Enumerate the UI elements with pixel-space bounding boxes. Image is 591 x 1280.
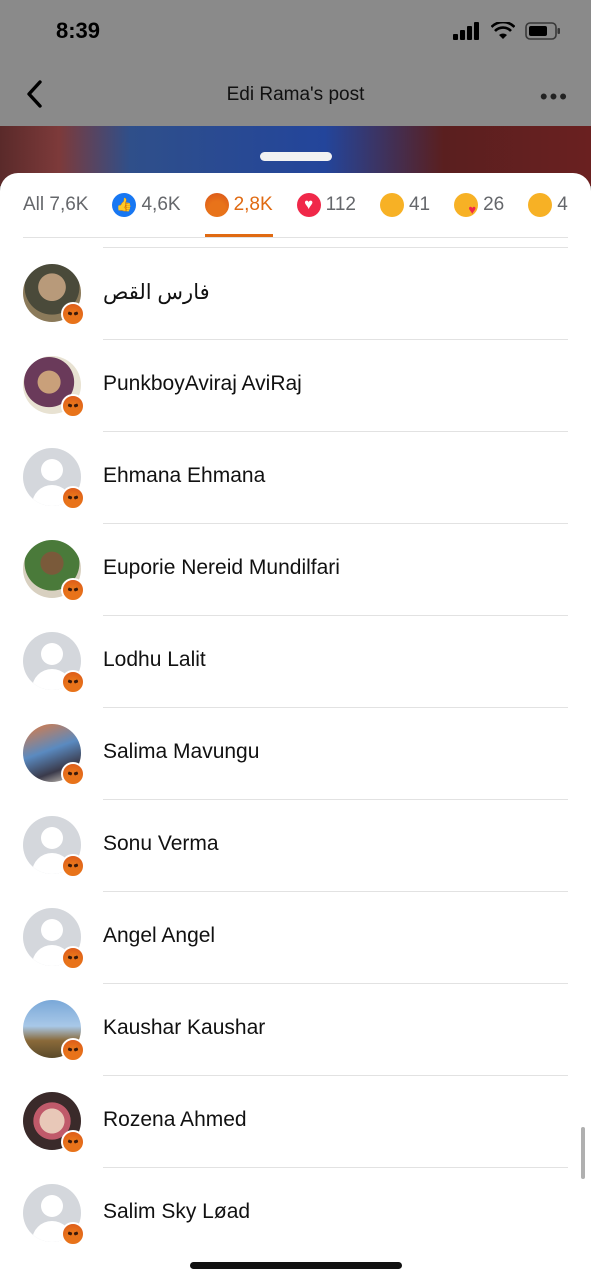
status-bar: 8:39 [0,0,591,64]
angry-icon [61,1222,85,1246]
sad-icon [528,193,553,217]
reaction-tabs: All 7,6K 4,6K 2,8K 112 41 26 4 [0,173,591,237]
divider [103,707,568,708]
signal-icon [453,22,479,40]
user-name[interactable]: Kaushar Kaushar [103,1016,265,1040]
scrollbar[interactable] [581,1127,585,1179]
sheet-grabber[interactable] [260,152,332,161]
divider [103,523,568,524]
user-name[interactable]: Salim Sky Løad [103,1200,250,1224]
haha-icon [379,193,404,217]
list-item[interactable]: Kaushar Kaushar [0,983,591,1075]
reactions-sheet: All 7,6K 4,6K 2,8K 112 41 26 4 [0,173,591,1280]
divider [103,339,568,340]
list-item[interactable]: Lodhu Lalit [0,615,591,707]
user-name[interactable]: Ehmana Ehmana [103,464,265,488]
angry-icon [61,486,85,510]
angry-icon [61,946,85,970]
user-name[interactable]: PunkboyAviraj AviRaj [103,372,302,396]
angry-icon [61,302,85,326]
tab-label: 4 [557,194,568,215]
user-name[interactable]: Angel Angel [103,924,215,948]
user-name[interactable]: فارس القص [103,280,210,305]
tab-label: 2,8K [233,194,273,215]
divider [103,431,568,432]
love-icon [296,193,321,217]
list-item[interactable]: Angel Angel [0,891,591,983]
divider [103,799,568,800]
tabs-divider [23,237,568,238]
tab-love[interactable]: 112 [296,173,356,237]
divider [103,1167,568,1168]
tab-like[interactable]: 4,6K [112,173,181,237]
angry-icon [204,193,229,217]
status-icons [453,22,561,40]
angry-icon [61,578,85,602]
user-name[interactable]: Rozena Ahmed [103,1108,247,1132]
list-item[interactable]: Salim Sky Løad [0,1167,591,1259]
nav-bar: Edi Rama's post ••• [0,64,591,126]
divider [103,247,568,248]
angry-icon [61,670,85,694]
user-name[interactable]: Sonu Verma [103,832,219,856]
tab-label: All 7,6K [23,194,89,215]
list-item[interactable]: Sonu Verma [0,799,591,891]
tab-all[interactable]: All 7,6K [23,173,88,237]
angry-icon [61,1130,85,1154]
more-options-icon[interactable]: ••• [540,84,569,110]
tab-haha[interactable]: 41 [379,173,431,237]
tab-sad[interactable]: 4 [528,173,568,237]
wifi-icon [491,22,515,39]
angry-icon [61,762,85,786]
list-item[interactable]: Euporie Nereid Mundilfari [0,523,591,615]
list-item[interactable]: Rozena Ahmed [0,1075,591,1167]
care-icon [454,193,479,217]
battery-icon [525,22,560,40]
divider [103,891,568,892]
user-name[interactable]: Euporie Nereid Mundilfari [103,556,340,580]
page-title: Edi Rama's post [226,84,365,105]
list-item[interactable]: فارس القص [0,247,591,339]
tab-label: 26 [483,194,505,215]
divider [103,983,568,984]
like-icon [112,193,137,217]
angry-icon [61,394,85,418]
list-item[interactable]: PunkboyAviraj AviRaj [0,339,591,431]
tab-care[interactable]: 26 [454,173,504,237]
angry-icon [61,1038,85,1062]
user-name[interactable]: Lodhu Lalit [103,648,206,672]
user-name[interactable]: Salima Mavungu [103,740,259,764]
tab-label: 4,6K [141,194,181,215]
divider [103,1075,568,1076]
tab-angry[interactable]: 2,8K [204,173,273,237]
tab-label: 41 [408,194,431,215]
status-time: 8:39 [56,18,101,43]
tab-label: 112 [325,194,356,215]
angry-icon [61,854,85,878]
divider [103,615,568,616]
list-item[interactable]: Ehmana Ehmana [0,431,591,523]
list-item[interactable]: Salima Mavungu [0,707,591,799]
home-indicator[interactable] [190,1262,402,1269]
reactor-list: فارس القص PunkboyAviraj AviRaj Ehmana Eh… [0,247,591,1259]
